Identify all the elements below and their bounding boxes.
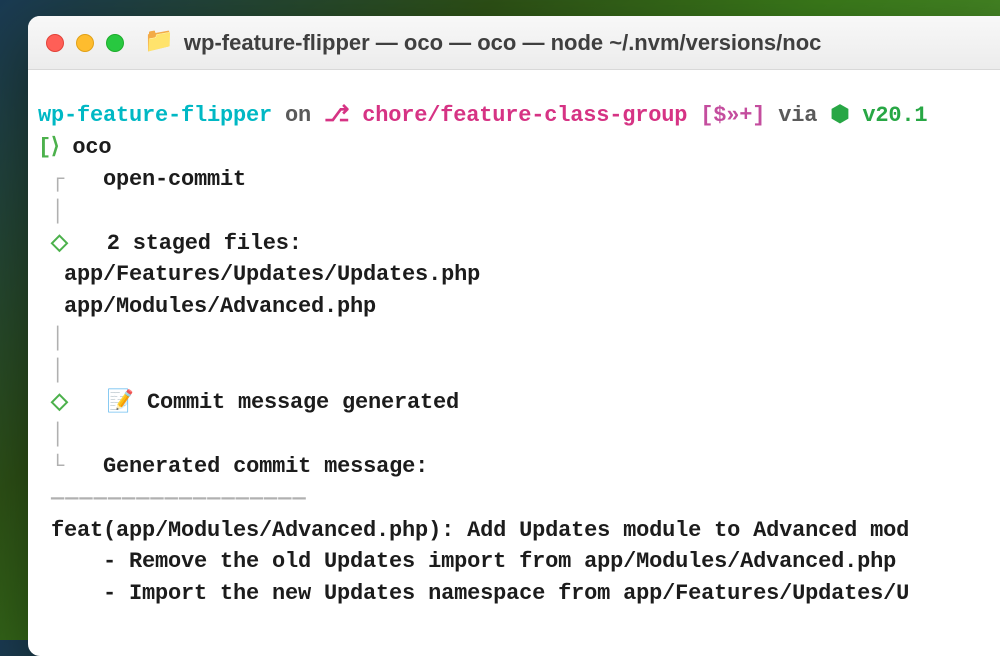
diamond-2: ◇ [51, 390, 68, 415]
terminal-window: 📁 wp-feature-flipper — oco — oco — node … [28, 16, 1000, 656]
commit-msg-line-3: - Import the new Updates namespace from … [38, 581, 909, 606]
prompt-open: [ [38, 135, 51, 160]
window-title: wp-feature-flipper — oco — oco — node ~/… [184, 30, 821, 56]
node-version: v20.1 [849, 103, 927, 128]
prompt-via: via [765, 103, 830, 128]
folder-icon: 📁 [144, 31, 174, 55]
tree-top: ┌ [51, 167, 64, 192]
memo-icon: 📝 [107, 390, 134, 415]
prompt-on: on [272, 103, 324, 128]
spacer-2 [68, 390, 107, 415]
diamond-1: ◇ [51, 231, 68, 256]
generated-message-label: Generated commit message: [103, 454, 428, 479]
tree-pipe-4: │ [51, 422, 64, 447]
tree-pipe-2: │ [51, 326, 64, 351]
spacer [68, 231, 107, 256]
staged-file-1: app/Features/Updates/Updates.php [38, 262, 480, 287]
maximize-button[interactable] [106, 34, 124, 52]
spacer-3 [64, 454, 103, 479]
commit-msg-line-1: feat(app/Modules/Advanced.php): Add Upda… [38, 518, 909, 543]
commit-msg-line-2: - Remove the old Updates import from app… [38, 549, 896, 574]
commit-generated-label: Commit message generated [134, 390, 459, 415]
command-text: oco [59, 135, 111, 160]
close-button[interactable] [46, 34, 64, 52]
tree-bottom: └ [51, 454, 64, 479]
prompt-branch: chore/feature-class-group [349, 103, 700, 128]
minimize-button[interactable] [76, 34, 94, 52]
prompt-dir: wp-feature-flipper [38, 103, 272, 128]
node-icon: ⬢ [830, 103, 849, 128]
window-titlebar: 📁 wp-feature-flipper — oco — oco — node … [28, 16, 1000, 70]
traffic-lights [46, 34, 124, 52]
tree-pipe-3: │ [51, 358, 64, 383]
divider-line: —————————————————— [51, 486, 307, 511]
prompt-status: [$»+] [700, 103, 765, 128]
branch-glyph: ⎇ [324, 103, 349, 128]
staged-files-header: 2 staged files: [107, 231, 302, 256]
terminal-body[interactable]: wp-feature-flipper on ⎇ chore/feature-cl… [28, 70, 1000, 620]
tree-pipe: │ [51, 199, 64, 224]
open-commit-label: open-commit [64, 167, 246, 192]
staged-file-2: app/Modules/Advanced.php [38, 294, 376, 319]
